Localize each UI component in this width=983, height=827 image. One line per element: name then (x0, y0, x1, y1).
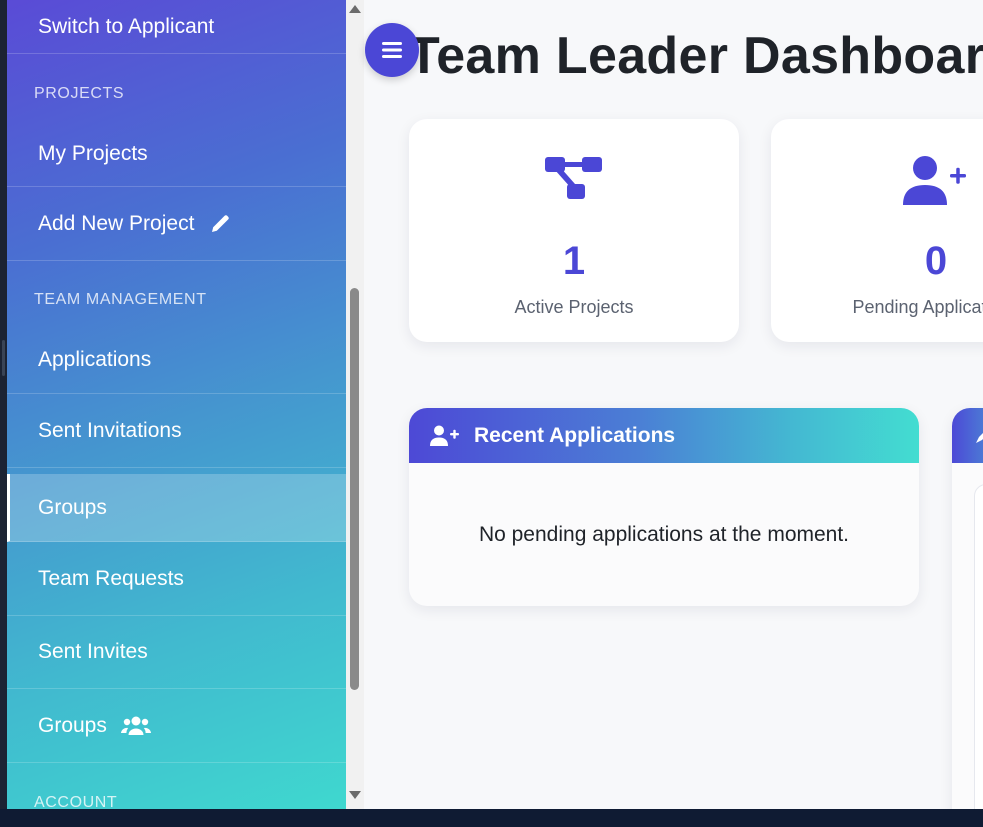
rocket-icon (974, 427, 983, 445)
user-plus-icon (430, 425, 460, 447)
sidebar-item-label: Sent Invites (38, 640, 148, 663)
switch-to-applicant-label: Switch to Applicant (38, 14, 215, 38)
project-diagram-icon (409, 155, 739, 201)
menu-icon (382, 42, 402, 58)
sidebar-item-label: Add New Project (38, 211, 195, 235)
sidebar-item-groups[interactable]: Groups (7, 474, 346, 542)
stat-label: Active Projects (514, 297, 634, 317)
stat-card-active-projects: 1 Active Projects (409, 119, 739, 342)
switch-to-applicant-link[interactable]: Switch to Applicant (7, 0, 346, 54)
scroll-up-arrow-icon[interactable] (349, 5, 361, 13)
sidebar-item-my-projects[interactable]: My Projects (7, 121, 346, 187)
sidebar-item-label: Team Requests (38, 566, 184, 590)
window-left-border (0, 0, 7, 809)
recent-applications-header: Recent Applications (409, 408, 919, 463)
scroll-thumb[interactable] (350, 288, 359, 690)
scroll-down-arrow-icon[interactable] (349, 791, 361, 799)
second-panel (952, 408, 983, 809)
sidebar-item-groups-2[interactable]: Groups (7, 689, 346, 763)
sidebar: Switch to Applicant PROJECTS My Projects… (7, 0, 346, 809)
sidebar-scrollbar[interactable] (346, 0, 364, 809)
sidebar-item-sent-invitations[interactable]: Sent Invitations (7, 394, 346, 468)
pencil-icon (208, 212, 232, 236)
second-panel-header (952, 408, 983, 463)
sidebar-item-label: Sent Invitations (38, 418, 182, 442)
stat-card-pending-applications: 0 Pending Applications (771, 119, 983, 342)
app-window: Switch to Applicant PROJECTS My Projects… (0, 0, 983, 809)
taskbar (0, 809, 983, 827)
section-label-account: ACCOUNT (34, 794, 118, 809)
sidebar-item-label: Groups (38, 713, 107, 737)
second-panel-inner-card (974, 484, 983, 809)
stat-value: 0 (924, 239, 948, 283)
sidebar-item-label: Groups (38, 495, 107, 519)
user-plus-icon (771, 155, 983, 207)
stat-value: 1 (562, 239, 586, 283)
empty-state-message: No pending applications at the moment. (478, 523, 850, 546)
resize-grip[interactable] (2, 340, 5, 376)
stat-label: Pending Applications (852, 297, 983, 317)
section-label-team-management: TEAM MANAGEMENT (34, 291, 207, 308)
users-icon (120, 715, 151, 737)
sidebar-item-applications[interactable]: Applications (7, 326, 346, 394)
page-title: Team Leader Dashboard (408, 27, 983, 85)
panel-title: Recent Applications (474, 423, 676, 447)
section-label-projects: PROJECTS (34, 85, 125, 102)
menu-toggle-button[interactable] (365, 23, 419, 77)
sidebar-item-team-requests[interactable]: Team Requests (7, 542, 346, 616)
sidebar-item-add-new-project[interactable]: Add New Project (7, 187, 346, 261)
recent-applications-panel: Recent Applications No pending applicati… (409, 408, 919, 606)
sidebar-item-sent-invites[interactable]: Sent Invites (7, 616, 346, 689)
sidebar-item-label: Applications (38, 347, 152, 371)
sidebar-item-label: My Projects (38, 141, 148, 165)
